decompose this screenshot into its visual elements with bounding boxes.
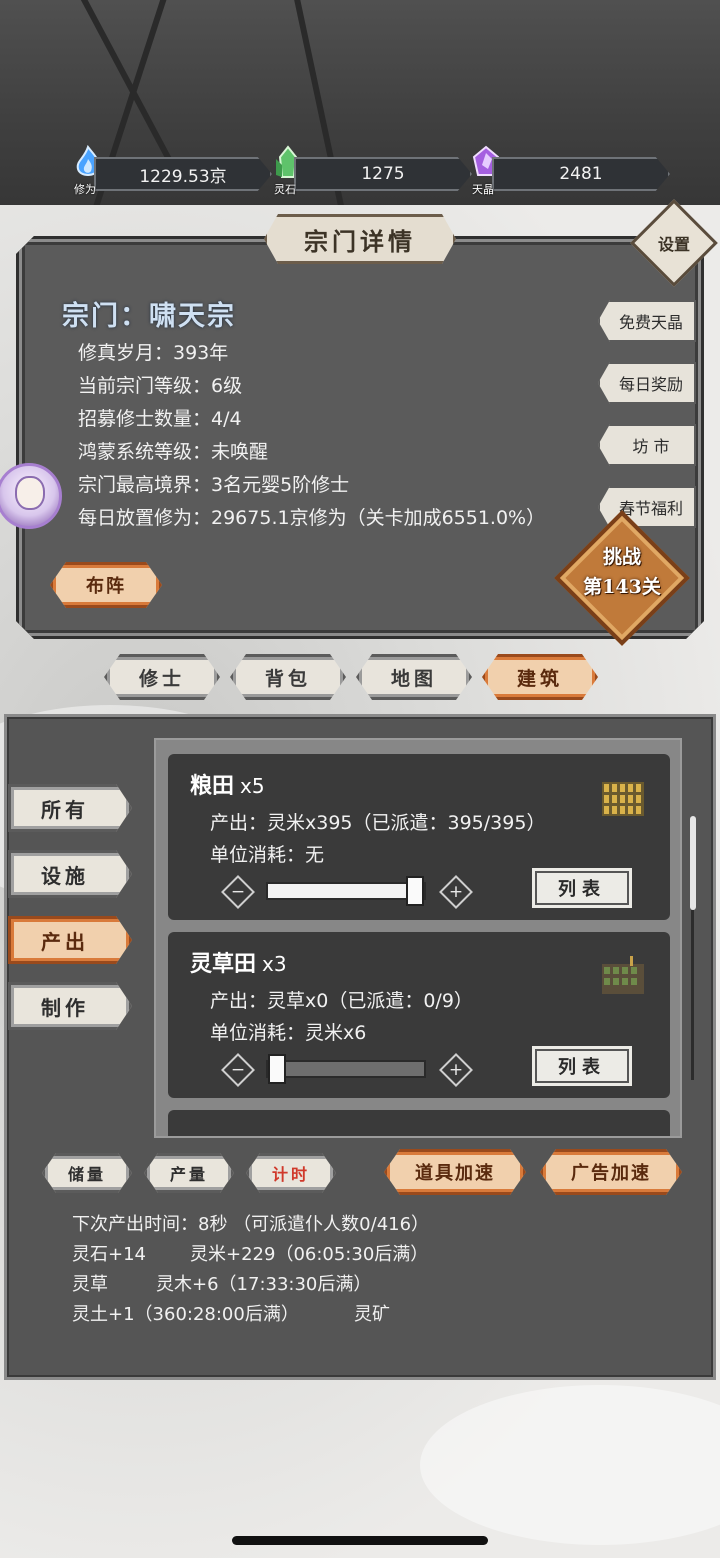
category-all[interactable]: 所有 — [8, 784, 132, 832]
category-crafting[interactable]: 制作 — [8, 982, 132, 1030]
sect-name: 宗门：啸天宗 — [62, 301, 236, 332]
rice-field-icon — [602, 782, 644, 816]
building-consumption: 单位消耗：无 — [210, 844, 325, 866]
building-name: 灵草田 — [190, 951, 257, 977]
tab-backpack[interactable]: 背包 — [230, 654, 346, 700]
scrollbar-thumb[interactable] — [690, 816, 696, 910]
tab-storage[interactable]: 储量 — [42, 1153, 132, 1193]
daily-reward-button[interactable]: 每日奖励 — [598, 362, 696, 404]
slider-knob[interactable] — [268, 1054, 286, 1084]
list-button[interactable]: 列表 — [530, 866, 634, 910]
building-card — [168, 1110, 670, 1136]
building-count: x5 — [240, 774, 265, 798]
challenge-label[interactable]: 挑战 第143关 — [570, 542, 674, 602]
info-highest-realm: 宗门最高境界：3名元婴5阶修士 — [78, 474, 350, 496]
next-output-time: 下次产出时间：8秒 （可派遣仆人数0/416） — [72, 1214, 430, 1235]
info-daily-idle: 每日放置修为：29675.1京修为（关卡加成6551.0%） — [78, 507, 546, 529]
challenge-line1: 挑战 — [602, 546, 641, 568]
market-button[interactable]: 坊 市 — [598, 424, 696, 466]
heaven-crystal-caption: 天晶 — [472, 183, 494, 196]
item-speedup-button[interactable]: 道具加速 — [384, 1149, 526, 1195]
tab-buildings[interactable]: 建筑 — [482, 654, 598, 700]
minus-icon: − — [230, 1060, 246, 1080]
panel-title: 宗门详情 — [264, 214, 456, 264]
tab-map[interactable]: 地图 — [356, 654, 472, 700]
resource-spirit-wood-rate: 灵木+6（17:33:30后满） — [156, 1274, 372, 1295]
tab-output[interactable]: 产量 — [144, 1153, 234, 1193]
resource-spirit-rice-rate: 灵米+229（06:05:30后满） — [190, 1244, 429, 1265]
increase-button[interactable]: + — [439, 1053, 473, 1087]
category-production[interactable]: 产出 — [8, 916, 132, 964]
resource-spirit-ore-rate: 灵矿 — [354, 1304, 390, 1325]
building-output: 产出：灵草x0（已派遣：0/9） — [210, 990, 473, 1012]
ad-speedup-button[interactable]: 广告加速 — [540, 1149, 682, 1195]
resource-spirit-herb-rate: 灵草 — [72, 1274, 108, 1295]
dispatch-slider[interactable] — [266, 876, 426, 906]
cultivation-caption: 修为 — [74, 183, 96, 196]
slider-knob[interactable] — [406, 876, 424, 906]
herb-field-icon — [602, 956, 644, 994]
slider-fill — [268, 884, 424, 898]
avatar-face — [15, 476, 45, 510]
resource-spirit-stone-rate: 灵石+14 — [72, 1244, 146, 1265]
building-card: 粮田 x5 产出：灵米x395（已派遣：395/395） 单位消耗：无 − + 列… — [168, 754, 670, 920]
spirit-stone-caption: 灵石 — [274, 183, 296, 196]
building-title: 灵草田 x3 — [190, 946, 287, 978]
list-button[interactable]: 列表 — [530, 1044, 634, 1088]
building-title: 粮田 x5 — [190, 768, 265, 800]
decrease-button[interactable]: − — [221, 1053, 255, 1087]
challenge-line2: 第143关 — [583, 576, 661, 598]
formation-button[interactable]: 布阵 — [50, 562, 162, 608]
category-facilities[interactable]: 设施 — [8, 850, 132, 898]
building-consumption: 单位消耗：灵米x6 — [210, 1022, 367, 1044]
building-count: x3 — [262, 952, 287, 976]
dispatch-slider[interactable] — [266, 1054, 426, 1084]
minus-icon: − — [230, 882, 246, 902]
resource-cultivation: 1229.53京 修为 — [72, 145, 272, 196]
heaven-crystal-value: 2481 — [492, 157, 670, 191]
resource-spirit-stone: 1275 灵石 — [272, 145, 472, 196]
home-indicator[interactable] — [232, 1536, 488, 1545]
free-crystal-button[interactable]: 免费天晶 — [598, 300, 696, 342]
tab-cultivators[interactable]: 修士 — [104, 654, 220, 700]
spirit-stone-value: 1275 — [294, 157, 472, 191]
decrease-button[interactable]: − — [221, 875, 255, 909]
tree-branch-decoration — [290, 0, 350, 235]
info-sect-level: 当前宗门等级：6级 — [78, 375, 243, 397]
plus-icon: + — [448, 1060, 464, 1080]
increase-button[interactable]: + — [439, 875, 473, 909]
info-cultivation-years: 修真岁月：393年 — [78, 342, 229, 364]
settings-label: 设置 — [657, 235, 690, 254]
scrollbar-track — [691, 910, 694, 1080]
building-list[interactable]: 粮田 x5 产出：灵米x395（已派遣：395/395） 单位消耗：无 − + 列… — [154, 738, 682, 1138]
resource-spirit-soil-rate: 灵土+1（360:28:00后满） — [72, 1304, 299, 1325]
info-hongmeng-level: 鸿蒙系统等级：未唤醒 — [78, 441, 269, 463]
resource-heaven-crystal: 2481 天晶 — [470, 145, 670, 196]
info-recruit-count: 招募修士数量：4/4 — [78, 408, 242, 430]
cultivation-value: 1229.53京 — [94, 157, 272, 191]
building-name: 粮田 — [190, 773, 235, 799]
building-output: 产出：灵米x395（已派遣：395/395） — [210, 812, 546, 834]
plus-icon: + — [448, 882, 464, 902]
building-card: 灵草田 x3 产出：灵草x0（已派遣：0/9） 单位消耗：灵米x6 − + 列表 — [168, 932, 670, 1098]
tab-timer[interactable]: 计时 — [246, 1153, 336, 1193]
